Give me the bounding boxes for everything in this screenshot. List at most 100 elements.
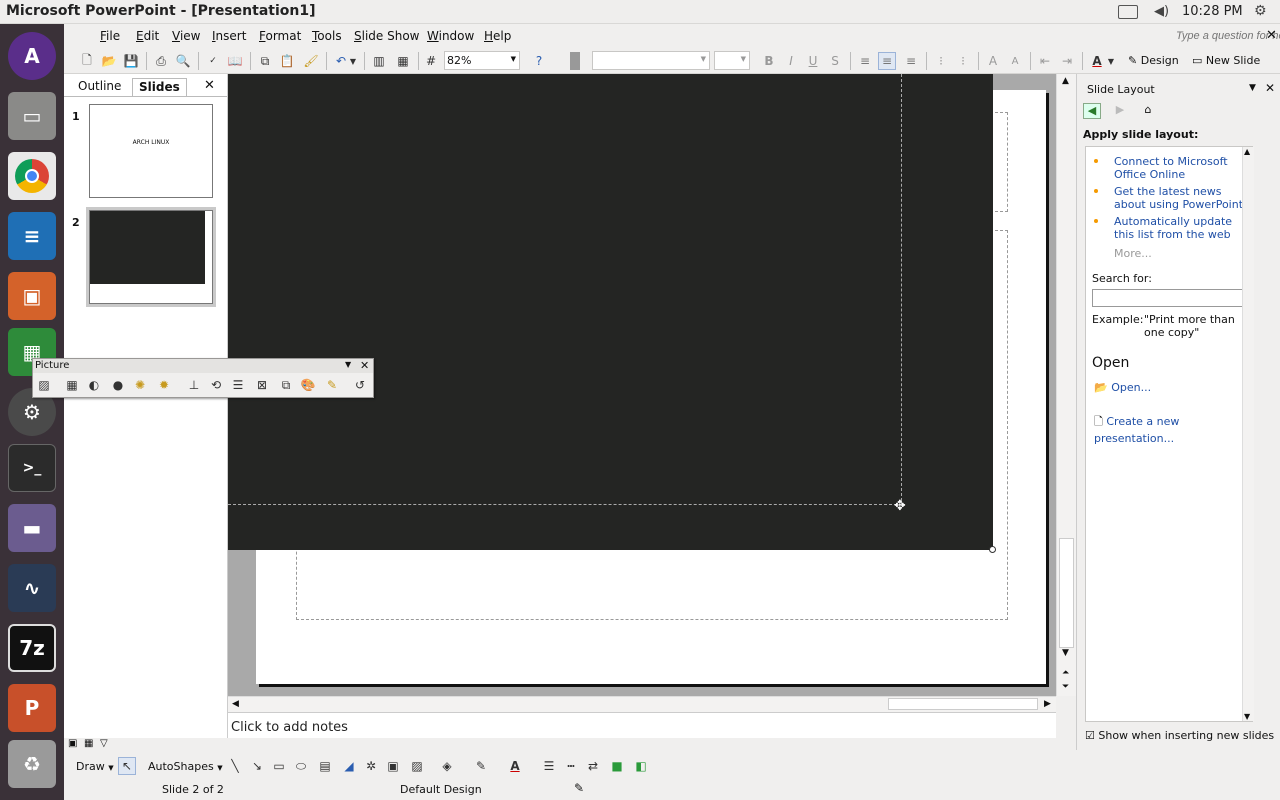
help-search-input[interactable]	[1176, 28, 1280, 44]
chevron-down-icon[interactable]: ▼	[345, 360, 351, 369]
forward-icon[interactable]: ▶	[1111, 103, 1129, 119]
insert-chart-icon[interactable]: ▥	[370, 52, 388, 70]
menu-tools[interactable]: Tools	[312, 29, 342, 43]
recolor-icon[interactable]: ⧉	[277, 376, 295, 394]
chrome-icon[interactable]	[8, 152, 56, 200]
picture-icon[interactable]: ▨	[408, 757, 426, 775]
3d-style-icon[interactable]: ◧	[632, 757, 650, 775]
notes-pane[interactable]: Click to add notes	[228, 712, 1056, 738]
diagram-icon[interactable]: ✲	[362, 757, 380, 775]
tab-slides[interactable]: Slides	[132, 78, 187, 96]
decrease-indent-icon[interactable]: ⇤	[1036, 52, 1054, 70]
close-icon[interactable]: ✕	[360, 359, 369, 372]
color-icon[interactable]: ▦	[63, 376, 81, 394]
fill-color-icon[interactable]: ◈	[438, 757, 456, 775]
grid-icon[interactable]: #	[422, 52, 440, 70]
normal-view-icon[interactable]: ▣	[68, 738, 77, 749]
reset-picture-icon[interactable]: ↺	[351, 376, 369, 394]
scroll-thumb[interactable]	[1059, 538, 1074, 648]
save-icon[interactable]: 💾	[122, 52, 140, 70]
horizontal-scrollbar[interactable]: ◀ ▶	[228, 696, 1056, 712]
link-latest-news[interactable]: Get the latest news about using PowerPoi…	[1114, 185, 1252, 211]
help-icon[interactable]: ?	[530, 52, 548, 70]
slide-thumbnail-1[interactable]: ARCH LINUX	[89, 104, 213, 198]
more-brightness-icon[interactable]: ✺	[131, 376, 149, 394]
previous-slide-icon[interactable]: ⏶	[1062, 668, 1069, 678]
tab-outline[interactable]: Outline	[72, 78, 127, 96]
writer-icon[interactable]: ≡	[8, 212, 56, 260]
select-objects-icon[interactable]: ↖	[118, 757, 136, 775]
task-pane-scrollbar[interactable]: ▲ ▼	[1242, 147, 1254, 721]
terminal-icon[interactable]: >_	[8, 444, 56, 492]
arrow-style-icon[interactable]: ⇄	[584, 757, 602, 775]
keyboard-icon[interactable]	[1118, 5, 1138, 19]
scroll-thumb[interactable]	[888, 698, 1038, 710]
numbering-icon[interactable]: ⁝	[932, 52, 950, 70]
rectangle-icon[interactable]: ▭	[270, 757, 288, 775]
print-icon[interactable]: ⎙	[152, 52, 170, 70]
link-connect-office[interactable]: Connect to Microsoft Office Online	[1114, 155, 1252, 181]
slide-show-icon[interactable]: ▽	[100, 738, 108, 749]
line-style-icon[interactable]: ☰	[540, 757, 558, 775]
powerpoint-icon[interactable]: P	[8, 684, 56, 732]
oval-icon[interactable]: ⬭	[292, 757, 310, 775]
spelling-icon[interactable]: ✓	[204, 52, 222, 70]
font-color-icon[interactable]: A	[506, 757, 524, 775]
align-right-icon[interactable]: ≡	[902, 52, 920, 70]
arch-logo-icon[interactable]: A	[8, 32, 56, 80]
less-contrast-icon[interactable]: ●	[109, 376, 127, 394]
clipart-icon[interactable]: ▣	[384, 757, 402, 775]
italic-icon[interactable]: I	[782, 52, 800, 70]
list-item[interactable]: Automatically update this list from the …	[1094, 215, 1252, 241]
new-icon[interactable]: 🗋	[78, 52, 96, 70]
decrease-font-icon[interactable]: A	[1006, 52, 1024, 70]
volume-icon[interactable]: ◀)	[1154, 4, 1169, 19]
print-preview-icon[interactable]: 🔍	[174, 52, 192, 70]
close-icon[interactable]: ✕	[1265, 81, 1275, 95]
slide-sorter-icon[interactable]: ▦	[84, 738, 93, 749]
font-color-dropdown-icon[interactable]: ▼	[1106, 52, 1116, 70]
folder-icon[interactable]: ▬	[8, 504, 56, 552]
impress-icon[interactable]: ▣	[8, 272, 56, 320]
scroll-up-icon[interactable]: ▲	[1244, 147, 1250, 156]
insert-table-icon[interactable]: ▦	[394, 52, 412, 70]
increase-font-icon[interactable]: A	[984, 52, 1002, 70]
paste-icon[interactable]: 📋	[278, 52, 296, 70]
crop-icon[interactable]: ⊥	[185, 376, 203, 394]
list-item[interactable]: Get the latest news about using PowerPoi…	[1094, 185, 1252, 211]
resize-handle[interactable]	[989, 546, 996, 553]
selected-picture[interactable]: ✥	[228, 74, 993, 550]
menu-window[interactable]: Window	[427, 29, 474, 43]
scroll-left-icon[interactable]: ◀	[232, 699, 239, 709]
menu-help[interactable]: Help	[484, 29, 511, 43]
gear-icon[interactable]: ⚙	[1254, 3, 1267, 19]
shadow-style-icon[interactable]: ■	[608, 757, 626, 775]
align-left-icon[interactable]: ≡	[856, 52, 874, 70]
menu-edit[interactable]: Edit	[136, 29, 159, 43]
scroll-down-icon[interactable]: ▼	[1244, 712, 1250, 721]
format-painter-icon[interactable]: 🖌	[302, 52, 320, 70]
scroll-down-icon[interactable]: ▼	[1062, 648, 1069, 658]
menu-slide-show[interactable]: Slide Show	[354, 29, 420, 43]
undo-dropdown-icon[interactable]: ▼	[348, 52, 358, 70]
font-color-icon[interactable]: A	[1088, 52, 1106, 70]
set-transparent-icon[interactable]: ✎	[323, 376, 341, 394]
next-slide-icon[interactable]: ⏷	[1062, 682, 1069, 692]
files-icon[interactable]: ▭	[8, 92, 56, 140]
dash-style-icon[interactable]: ┅	[562, 757, 580, 775]
create-new-link[interactable]: 🗋 Create a new presentation...	[1094, 413, 1254, 445]
toolbar-options-icon[interactable]	[570, 52, 580, 70]
vertical-scrollbar[interactable]: ▲ ▼ ⏶ ⏷	[1056, 74, 1076, 696]
menu-format[interactable]: Format	[259, 29, 301, 43]
bullets-icon[interactable]: ⁝	[954, 52, 972, 70]
search-input[interactable]	[1092, 289, 1244, 307]
textbox-icon[interactable]: ▤	[316, 757, 334, 775]
scroll-up-icon[interactable]: ▲	[1062, 76, 1069, 86]
font-size-combo[interactable]: ▼	[714, 51, 750, 70]
open-icon[interactable]: 📂	[100, 52, 118, 70]
back-icon[interactable]: ◀	[1083, 103, 1101, 119]
close-icon[interactable]: ✕	[1266, 28, 1277, 43]
system-monitor-icon[interactable]: ∿	[8, 564, 56, 612]
slide-thumbnail-2[interactable]	[89, 210, 213, 304]
menu-insert[interactable]: Insert	[212, 29, 246, 43]
